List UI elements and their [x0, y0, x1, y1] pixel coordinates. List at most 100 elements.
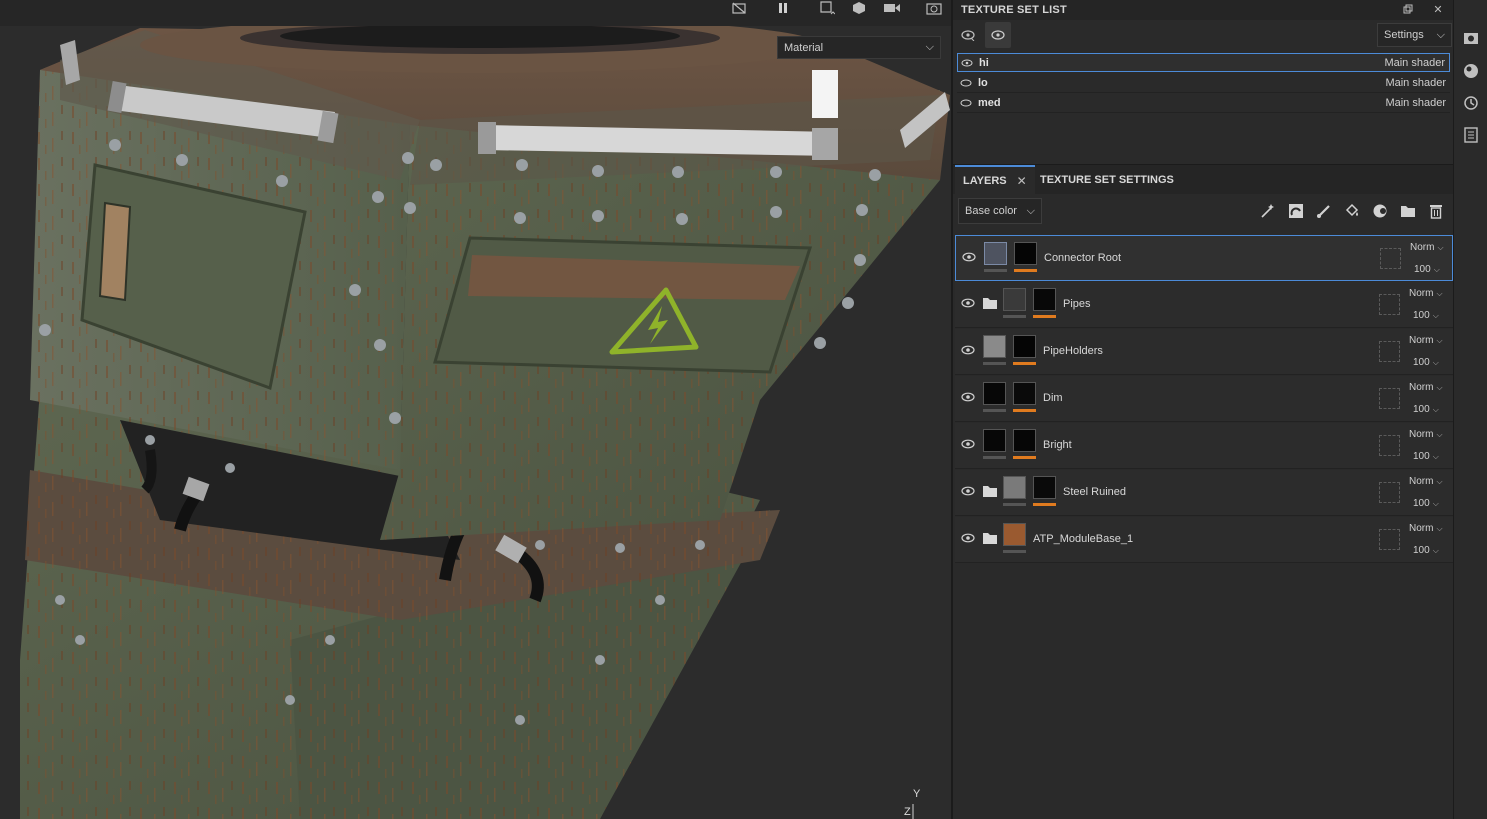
opacity-dropdown[interactable]: 100 ⌵ [1413, 545, 1439, 556]
blend-preview [1379, 294, 1400, 315]
close-icon[interactable]: ✕ [1431, 2, 1445, 16]
layer-row[interactable]: Steel Ruined Norm ⌵ 100 ⌵ [955, 470, 1453, 516]
blend-preview [1379, 341, 1400, 362]
tab-layers[interactable]: LAYERS ✕ [955, 165, 1035, 195]
viewport-mode-dropdown[interactable]: Material ⌵ [777, 36, 941, 59]
texture-set-name: hi [979, 56, 989, 69]
add-folder-icon[interactable] [1399, 202, 1417, 220]
opacity-dropdown[interactable]: 100 ⌵ [1413, 357, 1439, 368]
blend-mode-dropdown[interactable]: Norm ⌵ [1409, 429, 1443, 440]
opacity-dropdown[interactable]: 100 ⌵ [1413, 498, 1439, 509]
layer-color-bar [1003, 315, 1026, 318]
mask-thumbnail[interactable] [1033, 288, 1056, 311]
texture-set-shader[interactable]: Main shader [1384, 57, 1445, 69]
float-panel-icon[interactable] [1401, 2, 1415, 16]
layer-color-bar [1003, 503, 1026, 506]
mask-thumbnail[interactable] [1014, 242, 1037, 265]
blend-mode-dropdown[interactable]: Norm ⌵ [1409, 288, 1443, 299]
show-all-icon[interactable] [985, 22, 1011, 48]
opacity-dropdown[interactable]: 100 ⌵ [1414, 264, 1440, 275]
blend-mode-dropdown[interactable]: Norm ⌵ [1409, 335, 1443, 346]
opacity-value: 100 [1413, 404, 1430, 415]
layer-thumbnail[interactable] [983, 429, 1006, 452]
blend-mode-dropdown[interactable]: Norm ⌵ [1410, 242, 1444, 253]
pause-icon[interactable] [771, 0, 795, 16]
layer-thumbnail[interactable] [984, 242, 1007, 265]
add-effect-icon[interactable] [1259, 202, 1277, 220]
camera-frame-icon[interactable] [815, 0, 839, 16]
opacity-value: 100 [1413, 545, 1430, 556]
blend-mode-dropdown[interactable]: Norm ⌵ [1409, 523, 1443, 534]
layer-thumbnail[interactable] [1003, 288, 1026, 311]
3d-viewport[interactable]: Material ⌵ Y Z [0, 0, 951, 819]
chevron-down-icon: ⌵ [1437, 243, 1444, 252]
tab-texture-set-settings[interactable]: TEXTURE SET SETTINGS [1032, 165, 1182, 195]
eye-closed-icon[interactable] [960, 98, 974, 108]
shader-settings-icon[interactable] [1463, 63, 1479, 79]
texture-set-name: med [978, 97, 1001, 109]
texture-set-shader[interactable]: Main shader [1385, 97, 1446, 109]
add-mask-icon[interactable] [1287, 202, 1305, 220]
chevron-down-icon: ⌵ [1436, 524, 1443, 533]
layer-name: Dim [1043, 392, 1063, 404]
eye-icon[interactable] [961, 58, 975, 68]
chevron-down-icon: ⌵ [1436, 430, 1443, 439]
texture-set-shader[interactable]: Main shader [1385, 77, 1446, 89]
opacity-value: 100 [1413, 310, 1430, 321]
layer-row[interactable]: Dim Norm ⌵ 100 ⌵ [955, 376, 1453, 422]
layer-row[interactable]: Bright Norm ⌵ 100 ⌵ [955, 423, 1453, 469]
texture-set-toolbar: Settings ⌵ [953, 20, 1453, 52]
settings-dropdown[interactable]: Settings ⌵ [1377, 23, 1452, 47]
layer-thumbnail[interactable] [1003, 523, 1026, 546]
add-fill-layer-icon[interactable] [1343, 202, 1361, 220]
chevron-down-icon: ⌵ [1436, 289, 1443, 298]
opacity-dropdown[interactable]: 100 ⌵ [1413, 310, 1439, 321]
texture-set-row[interactable]: hi Main shader [957, 53, 1450, 72]
close-icon[interactable]: ✕ [1017, 174, 1027, 188]
layer-row[interactable]: PipeHolders Norm ⌵ 100 ⌵ [955, 329, 1453, 375]
layer-thumbnail[interactable] [983, 382, 1006, 405]
log-icon[interactable] [1463, 127, 1479, 143]
layer-thumbnail[interactable] [1003, 476, 1026, 499]
layer-color-bar [983, 362, 1006, 365]
eye-icon[interactable] [961, 298, 977, 310]
add-paint-layer-icon[interactable] [1315, 202, 1333, 220]
mask-thumbnail[interactable] [1013, 429, 1036, 452]
video-camera-icon[interactable] [880, 0, 904, 16]
screenshot-icon[interactable] [922, 0, 946, 16]
layer-thumbnail[interactable] [983, 335, 1006, 358]
history-icon[interactable] [1463, 95, 1479, 111]
channel-dropdown[interactable]: Base color ⌵ [958, 198, 1042, 224]
texture-set-list-title: TEXTURE SET LIST [961, 4, 1067, 16]
opacity-dropdown[interactable]: 100 ⌵ [1413, 404, 1439, 415]
eye-closed-icon[interactable] [960, 78, 974, 88]
mask-thumbnail[interactable] [1013, 335, 1036, 358]
display-settings-icon[interactable] [1463, 30, 1479, 46]
cube-icon[interactable] [848, 0, 872, 16]
layer-row[interactable]: ATP_ModuleBase_1 Norm ⌵ 100 ⌵ [955, 517, 1453, 563]
add-smart-material-icon[interactable] [1371, 202, 1389, 220]
texture-set-row[interactable]: med Main shader [957, 94, 1450, 113]
eye-icon[interactable] [961, 392, 977, 404]
blend-mode-value: Norm [1409, 523, 1434, 534]
hide-all-icon[interactable] [955, 22, 981, 48]
delete-icon[interactable] [1427, 202, 1445, 220]
blend-mode-dropdown[interactable]: Norm ⌵ [1409, 382, 1443, 393]
eye-icon[interactable] [962, 252, 978, 264]
blend-mode-value: Norm [1409, 429, 1434, 440]
chevron-down-icon: ⌵ [1432, 546, 1439, 555]
hide-icon[interactable] [727, 0, 751, 16]
eye-icon[interactable] [961, 439, 977, 451]
mask-thumbnail[interactable] [1033, 476, 1056, 499]
axis-z-label: Z [904, 806, 911, 818]
opacity-dropdown[interactable]: 100 ⌵ [1413, 451, 1439, 462]
eye-icon[interactable] [961, 486, 977, 498]
layer-row[interactable]: Connector Root Norm ⌵ 100 ⌵ [955, 235, 1453, 281]
texture-set-row[interactable]: lo Main shader [957, 74, 1450, 93]
blend-mode-dropdown[interactable]: Norm ⌵ [1409, 476, 1443, 487]
texture-set-name: lo [978, 77, 988, 89]
eye-icon[interactable] [961, 533, 977, 545]
eye-icon[interactable] [961, 345, 977, 357]
layer-row[interactable]: Pipes Norm ⌵ 100 ⌵ [955, 282, 1453, 328]
mask-thumbnail[interactable] [1013, 382, 1036, 405]
